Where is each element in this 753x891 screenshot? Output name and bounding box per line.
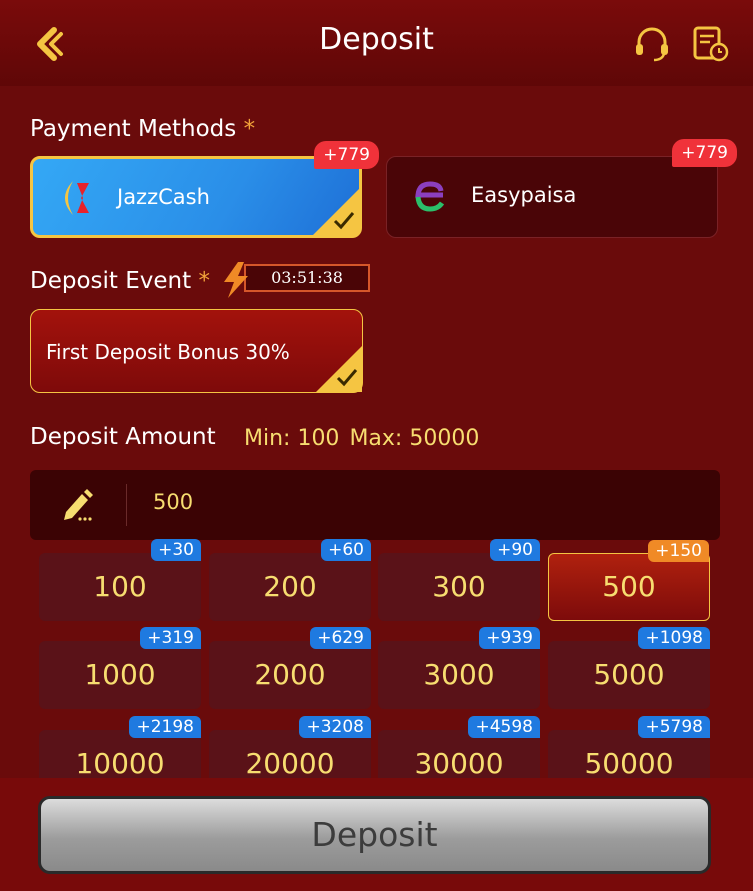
amount-option-value: 30000	[414, 747, 504, 778]
main-content: Payment Methods * JazzCash +779 Easypais…	[0, 86, 753, 778]
amount-input-field[interactable]: 500	[30, 470, 720, 540]
selected-check-icon	[316, 346, 362, 392]
payment-methods-label: Payment Methods *	[30, 116, 256, 142]
input-divider	[126, 484, 127, 526]
lightning-icon	[218, 262, 258, 298]
amount-option-value: 300	[432, 570, 486, 603]
amount-bonus-badge: +60	[321, 539, 371, 561]
amount-option-value: 100	[93, 570, 147, 603]
pencil-icon	[60, 488, 96, 522]
amount-option-value: 3000	[423, 658, 495, 691]
history-icon[interactable]	[690, 24, 730, 64]
amount-option-value: 500	[602, 570, 656, 603]
amount-option-2000[interactable]: 2000 +629	[209, 627, 371, 709]
deposit-button[interactable]: Deposit	[38, 796, 711, 874]
amount-option-100[interactable]: 100 +30	[39, 539, 201, 621]
amount-option-10000[interactable]: 10000 +2198	[39, 716, 201, 778]
deposit-event-label: Deposit Event *	[30, 268, 210, 294]
amount-option-value: 200	[263, 570, 317, 603]
jazzcash-logo-icon	[55, 177, 97, 219]
amount-bonus-badge: +629	[310, 627, 371, 649]
max-amount: Max: 50000	[349, 426, 480, 451]
amount-option-300[interactable]: 300 +90	[378, 539, 540, 621]
amount-option-200[interactable]: 200 +60	[209, 539, 371, 621]
bonus-badge: +779	[314, 141, 379, 169]
deposit-amount-label: Deposit Amount	[30, 424, 216, 450]
amount-bonus-badge: +1098	[638, 627, 710, 649]
deposit-event-option[interactable]: First Deposit Bonus 30%	[30, 309, 363, 393]
amount-option-500[interactable]: 500 +150	[548, 540, 710, 621]
amount-option-50000[interactable]: 50000 +5798	[548, 716, 710, 778]
payment-method-name: JazzCash	[117, 185, 210, 209]
amount-bonus-badge: +30	[151, 539, 201, 561]
amount-value[interactable]: 500	[153, 490, 193, 514]
amount-option-value: 5000	[593, 658, 665, 691]
amount-option-3000[interactable]: 3000 +939	[378, 627, 540, 709]
amount-option-20000[interactable]: 20000 +3208	[209, 716, 371, 778]
amount-bonus-badge: +150	[648, 540, 709, 562]
amount-option-value: 10000	[75, 747, 165, 778]
amount-bonus-badge: +3208	[299, 716, 371, 738]
selected-check-icon	[313, 189, 359, 235]
amount-bonus-badge: +5798	[638, 716, 710, 738]
amount-option-value: 50000	[584, 747, 674, 778]
amount-option-value: 1000	[84, 658, 156, 691]
bonus-badge: +779	[672, 139, 737, 167]
amount-bonus-badge: +2198	[129, 716, 201, 738]
amount-option-value: 20000	[245, 747, 335, 778]
amount-bonus-badge: +4598	[468, 716, 540, 738]
min-amount: Min: 100	[244, 426, 340, 451]
payment-method-name: Easypaisa	[471, 183, 577, 207]
footer-bar: Deposit	[0, 778, 753, 891]
payment-method-jazzcash[interactable]: JazzCash +779	[30, 141, 379, 238]
amount-bonus-badge: +939	[479, 627, 540, 649]
event-timer: 03:51:38	[218, 262, 374, 298]
easypaisa-logo-icon	[409, 175, 451, 217]
headset-icon[interactable]	[632, 24, 672, 64]
amount-option-5000[interactable]: 5000 +1098	[548, 627, 710, 709]
amount-option-30000[interactable]: 30000 +4598	[378, 716, 540, 778]
countdown-timer: 03:51:38	[244, 264, 370, 292]
amount-option-1000[interactable]: 1000 +319	[39, 627, 201, 709]
amount-bonus-badge: +319	[140, 627, 201, 649]
amount-limits: Min: 100 Max: 50000	[244, 426, 489, 451]
payment-method-easypaisa[interactable]: Easypaisa +779	[386, 139, 737, 238]
header-bar: Deposit	[0, 0, 753, 86]
amount-option-value: 2000	[254, 658, 326, 691]
event-option-label: First Deposit Bonus 30%	[46, 340, 290, 364]
amount-bonus-badge: +90	[490, 539, 540, 561]
